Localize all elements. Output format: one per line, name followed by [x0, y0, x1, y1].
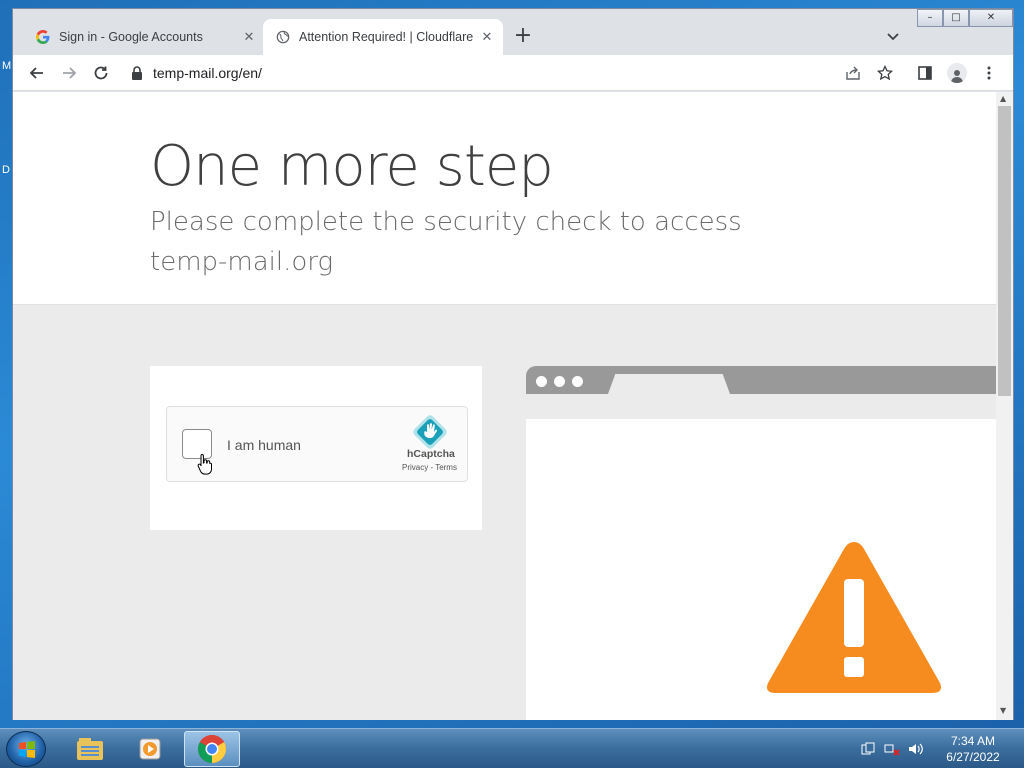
system-tray	[860, 729, 924, 768]
lock-icon	[132, 66, 142, 80]
captcha-label: I am human	[227, 437, 301, 453]
illustration-dot	[572, 376, 583, 387]
back-arrow-icon	[29, 67, 43, 79]
avatar	[947, 63, 967, 83]
media-player-taskbar-button[interactable]	[122, 731, 178, 767]
windows-explorer-icon	[77, 738, 103, 760]
warning-icon	[767, 542, 941, 693]
close-window-button[interactable]: ✕	[969, 9, 1013, 27]
reload-button[interactable]	[87, 59, 115, 87]
three-dots-icon	[987, 66, 991, 80]
browser-toolbar: temp-mail.org/en/	[13, 55, 1013, 91]
page-title: One more step	[150, 134, 554, 199]
illustration-tab	[608, 374, 730, 394]
person-icon	[951, 70, 963, 83]
close-tab-icon[interactable]: ✕	[239, 29, 259, 45]
profile-button[interactable]	[943, 59, 971, 87]
illustration-browser-body	[526, 419, 996, 720]
globe-icon	[275, 29, 291, 45]
page-subtitle: Please complete the security check to ac…	[150, 207, 742, 277]
windows-logo-icon	[19, 741, 35, 758]
illustration-dot	[554, 376, 565, 387]
desktop-icon-label: M	[2, 60, 12, 72]
tab-title: Attention Required! | Cloudflare	[299, 30, 474, 44]
action-center-icon[interactable]	[860, 741, 876, 757]
clock-date: 6/27/2022	[946, 750, 1000, 764]
page-scrollbar[interactable]: ▲ ▼	[996, 92, 1013, 720]
tab-strip: Sign in - Google Accounts ✕ Attention Re…	[13, 9, 1013, 55]
tab-title: Sign in - Google Accounts	[59, 30, 203, 44]
illustration-dot	[536, 376, 547, 387]
clock-time: 7:34 AM	[950, 734, 996, 748]
google-g-icon	[35, 29, 51, 45]
illustration-browser-bar	[526, 366, 996, 394]
star-icon	[877, 65, 893, 81]
captcha-card: I am human hCaptcha Privacy - Terms	[150, 366, 482, 530]
captcha-brand: hCaptcha	[407, 448, 455, 460]
window-controls: – □ ✕	[917, 9, 1013, 27]
challenge-header: One more step Please complete the securi…	[13, 92, 996, 305]
side-panel-icon	[918, 66, 932, 80]
menu-button[interactable]	[975, 59, 1003, 87]
start-button[interactable]	[6, 731, 46, 767]
taskbar: 7:34 AM 6/27/2022	[0, 728, 1024, 768]
hcaptcha-widget: I am human hCaptcha Privacy - Terms	[166, 406, 468, 482]
page-viewport: One more step Please complete the securi…	[13, 92, 996, 720]
captcha-links[interactable]: Privacy - Terms	[402, 463, 457, 472]
browser-window: Sign in - Google Accounts ✕ Attention Re…	[12, 8, 1014, 720]
side-panel-button[interactable]	[911, 59, 939, 87]
hand-cursor-icon	[197, 453, 213, 479]
chrome-taskbar-button[interactable]	[184, 731, 240, 767]
bookmark-button[interactable]	[871, 59, 899, 87]
forward-arrow-icon	[63, 67, 77, 79]
tab-google-sign-in[interactable]: Sign in - Google Accounts ✕	[25, 19, 265, 55]
explorer-taskbar-button[interactable]	[62, 731, 118, 767]
volume-icon[interactable]	[908, 741, 924, 757]
maximize-button[interactable]: □	[943, 9, 969, 27]
network-icon[interactable]	[884, 741, 900, 757]
share-button[interactable]	[839, 59, 867, 87]
forward-button[interactable]	[55, 59, 83, 87]
back-button[interactable]	[23, 59, 51, 87]
close-tab-icon[interactable]: ✕	[477, 29, 497, 45]
media-player-icon	[139, 738, 161, 760]
desktop-icon-label: D	[2, 164, 10, 176]
reload-icon	[94, 66, 108, 80]
scroll-up-icon[interactable]: ▲	[1000, 94, 1006, 103]
taskbar-clock[interactable]: 7:34 AM 6/27/2022	[938, 733, 1008, 765]
chevron-down-icon[interactable]	[883, 27, 903, 47]
chrome-icon	[198, 735, 226, 763]
scroll-thumb[interactable]	[998, 106, 1011, 396]
tab-cloudflare[interactable]: Attention Required! | Cloudflare ✕	[263, 19, 503, 55]
new-tab-button[interactable]: +	[509, 23, 537, 51]
minimize-button[interactable]: –	[917, 9, 943, 27]
address-bar[interactable]: temp-mail.org/en/	[121, 59, 881, 87]
scroll-down-icon[interactable]: ▼	[1000, 706, 1006, 715]
hcaptcha-logo-icon	[413, 415, 447, 449]
url-text: temp-mail.org/en/	[153, 65, 262, 81]
share-icon	[846, 66, 860, 80]
